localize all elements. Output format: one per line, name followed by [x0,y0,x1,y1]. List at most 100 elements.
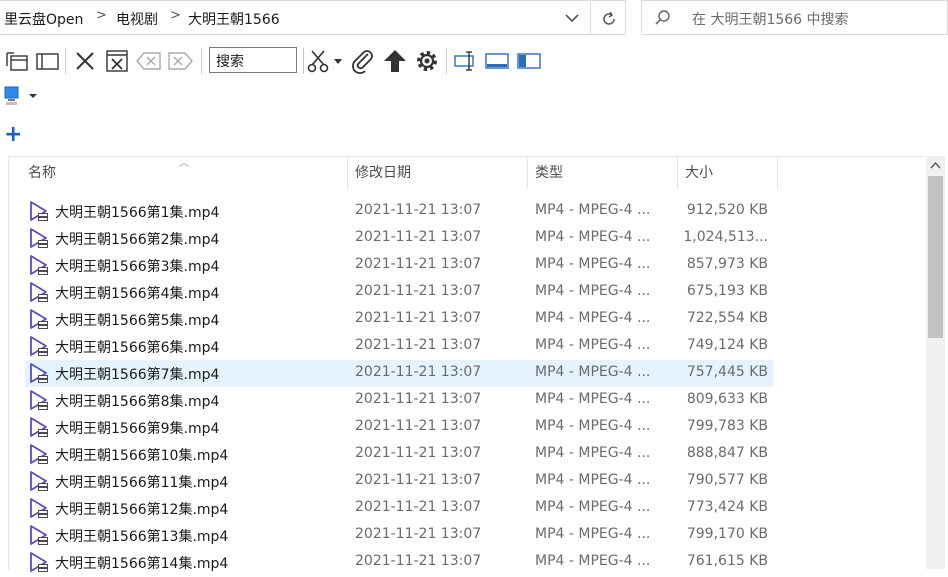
column-header-type[interactable]: 类型 [535,157,563,189]
navigation-pane-button[interactable] [515,47,543,75]
settings-button[interactable] [413,47,441,75]
up-button[interactable] [381,47,409,75]
column-header-size[interactable]: 大小 [685,157,713,189]
close-window-button[interactable] [103,47,131,75]
table-row[interactable]: 大明王朝1566第4集.mp4 2021-11-21 13:07 MP4 - MPE… [25,279,773,306]
breadcrumb-separator: > [170,8,181,23]
breadcrumb-separator: > [96,8,107,23]
breadcrumb-item-root[interactable]: 里云盘Open [4,9,83,29]
video-file-icon [29,255,49,276]
column-header-date[interactable]: 修改日期 [355,157,411,189]
toolbar-separator [303,48,304,74]
table-row[interactable]: 大明王朝1566第13集.mp4 2021-11-21 13:07 MP4 - MP… [25,522,773,549]
table-row[interactable]: 大明王朝1566第1集.mp4 2021-11-21 13:07 MP4 - MPE… [25,198,773,225]
scroll-up-arrow[interactable] [926,156,945,174]
chevron-down-icon[interactable] [561,7,583,29]
preview-pane-button[interactable] [451,47,479,75]
file-name: 大明王朝1566第12集.mp4 [55,502,229,518]
file-name: 大明王朝1566第9集.mp4 [55,421,220,437]
column-header-name[interactable]: 名称 [28,157,56,189]
file-date: 2021-11-21 13:07 [355,526,482,542]
file-date: 2021-11-21 13:07 [355,499,482,515]
video-file-icon [29,282,49,303]
file-date: 2021-11-21 13:07 [355,310,482,326]
file-name: 大明王朝1566第5集.mp4 [55,313,220,329]
file-type: MP4 - MPEG-4 ... [535,553,651,569]
file-date: 2021-11-21 13:07 [355,256,482,272]
file-type: MP4 - MPEG-4 ... [535,202,651,218]
file-name: 大明王朝1566第7集.mp4 [55,367,220,383]
scrollbar-thumb[interactable] [928,176,943,338]
paperclip-icon [352,50,373,74]
close-button[interactable] [71,47,99,75]
file-name: 大明王朝1566第8集.mp4 [55,394,220,410]
video-file-icon [29,444,49,465]
table-row[interactable]: 大明王朝1566第12集.mp4 2021-11-21 13:07 MP4 - MP… [25,495,773,522]
search-box[interactable]: 在 大明王朝1566 中搜索 [641,0,948,35]
file-date: 2021-11-21 13:07 [355,229,482,245]
file-date: 2021-11-21 13:07 [355,283,482,299]
file-type: MP4 - MPEG-4 ... [535,256,651,272]
sort-ascending-icon: ︿ [179,158,189,169]
file-type: MP4 - MPEG-4 ... [535,229,651,245]
column-divider[interactable] [527,157,528,189]
toolbar-separator [65,48,66,74]
file-date: 2021-11-21 13:07 [355,202,482,218]
file-size: 675,193 KB [686,283,768,299]
delete-forward-button[interactable] [166,47,194,75]
file-size: 761,615 KB [686,553,768,569]
window-button[interactable] [33,47,61,75]
column-divider[interactable] [677,157,678,189]
details-pane-button[interactable] [483,47,511,75]
file-type: MP4 - MPEG-4 ... [535,445,651,461]
file-name: 大明王朝1566第6集.mp4 [55,340,220,356]
column-divider[interactable] [347,157,348,189]
this-pc-dropdown[interactable] [4,86,40,106]
video-file-icon [29,498,49,519]
table-row[interactable]: 大明王朝1566第10集.mp4 2021-11-21 13:07 MP4 - MP… [25,441,773,468]
file-name: 大明王朝1566第11集.mp4 [55,475,229,491]
add-button[interactable]: + [4,124,22,146]
file-type: MP4 - MPEG-4 ... [535,526,651,542]
file-type: MP4 - MPEG-4 ... [535,391,651,407]
video-file-icon [29,336,49,357]
file-size: 799,170 KB [686,526,768,542]
refresh-button[interactable] [590,2,627,35]
table-row[interactable]: 大明王朝1566第14集.mp4 2021-11-21 13:07 MP4 - MP… [25,549,773,576]
backspace-button[interactable] [135,47,163,75]
column-divider[interactable] [777,157,778,189]
file-type: MP4 - MPEG-4 ... [535,310,651,326]
breadcrumb-item-tv[interactable]: 电视剧 [116,9,158,29]
breadcrumb-item-current[interactable]: 大明王朝1566 [188,9,280,29]
attach-button[interactable] [349,47,377,75]
file-size: 757,445 KB [686,364,768,380]
file-size: 722,554 KB [686,310,768,326]
file-size: 1,024,513... [683,229,768,245]
table-row[interactable]: 大明王朝1566第5集.mp4 2021-11-21 13:07 MP4 - MPE… [25,306,773,333]
table-row[interactable]: 大明王朝1566第3集.mp4 2021-11-21 13:07 MP4 - MPE… [25,252,773,279]
file-type: MP4 - MPEG-4 ... [535,337,651,353]
file-date: 2021-11-21 13:07 [355,391,482,407]
table-row[interactable]: 大明王朝1566第11集.mp4 2021-11-21 13:07 MP4 - MP… [25,468,773,495]
table-row[interactable]: 大明王朝1566第9集.mp4 2021-11-21 13:07 MP4 - MPE… [25,414,773,441]
vertical-scrollbar[interactable] [926,156,945,569]
video-file-icon [29,552,49,573]
table-row[interactable]: 大明王朝1566第8集.mp4 2021-11-21 13:07 MP4 - MPE… [25,387,773,414]
file-date: 2021-11-21 13:07 [355,472,482,488]
file-size: 857,973 KB [686,256,768,272]
close-window-icon [106,50,128,72]
scissors-dropdown-button[interactable] [306,47,344,75]
arrow-up-icon [384,50,406,72]
new-window-button[interactable] [3,47,31,75]
table-row[interactable]: 大明王朝1566第2集.mp4 2021-11-21 13:07 MP4 - MPE… [25,225,773,252]
file-type: MP4 - MPEG-4 ... [535,472,651,488]
table-row[interactable]: 大明王朝1566第7集.mp4 2021-11-21 13:07 MP4 - MPE… [25,360,773,387]
table-row[interactable]: 大明王朝1566第6集.mp4 2021-11-21 13:07 MP4 - MPE… [25,333,773,360]
file-size: 749,124 KB [686,337,768,353]
search-input[interactable]: 在 大明王朝1566 中搜索 [692,9,849,29]
delete-forward-icon [168,52,193,70]
toolbar-search-button[interactable]: 搜索 [209,47,297,73]
computer-icon [4,86,37,105]
file-name: 大明王朝1566第4集.mp4 [55,286,220,302]
address-bar[interactable]: 里云盘Open > 电视剧 > 大明王朝1566 [0,0,626,35]
